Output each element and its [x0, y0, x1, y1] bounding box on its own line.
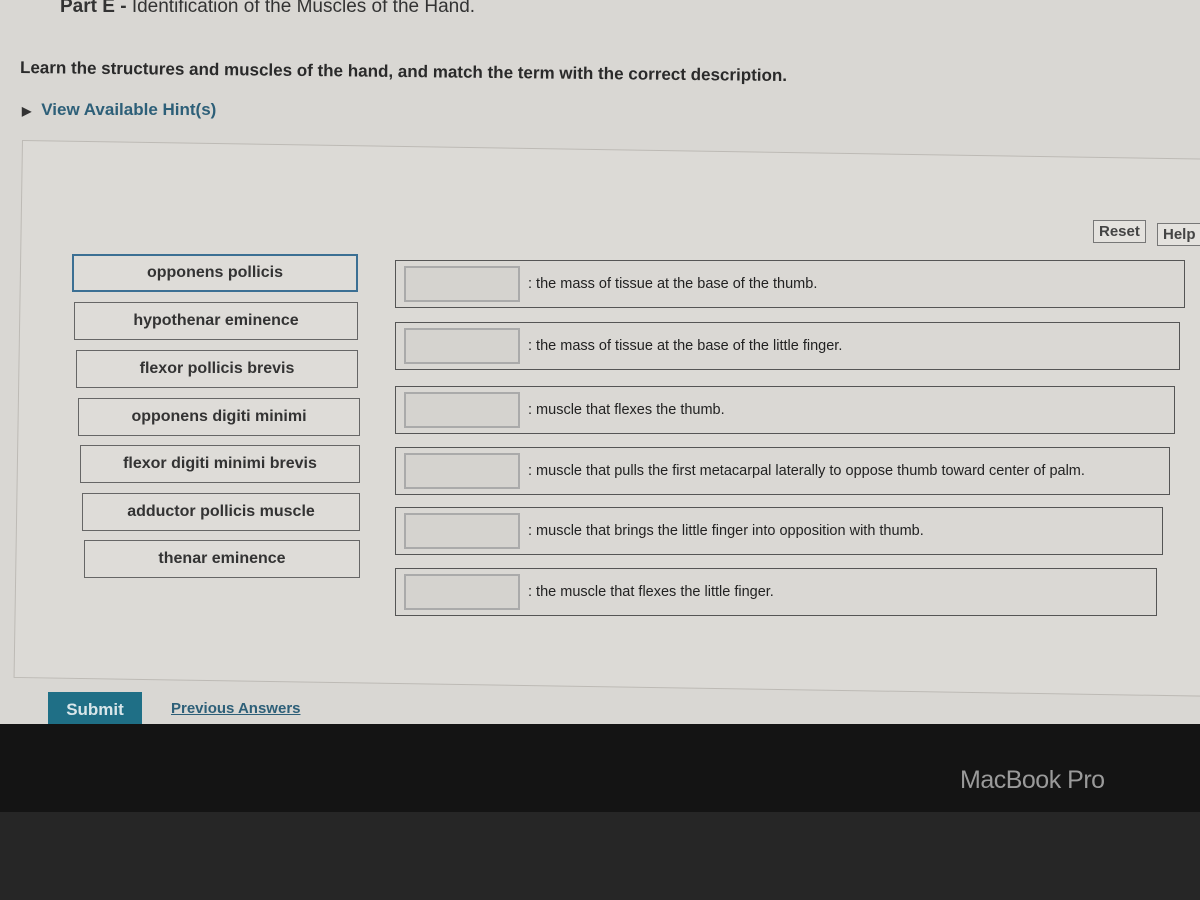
part-title: Part E - Identification of the Muscles o…: [60, 0, 475, 18]
description: : muscle that flexes the thumb.: [528, 402, 725, 418]
drop-target[interactable]: [404, 266, 520, 302]
hint-label: View Available Hint(s): [41, 100, 217, 119]
description: : muscle that brings the little finger i…: [528, 523, 924, 539]
drop-target[interactable]: [404, 574, 520, 610]
description: : the mass of tissue at the base of the …: [528, 276, 818, 292]
expand-triangle-icon: ▶: [22, 104, 32, 118]
drop-target[interactable]: [404, 392, 520, 428]
term-flexor-digiti-minimi-brevis[interactable]: flexor digiti minimi brevis: [80, 445, 360, 483]
reset-button[interactable]: Reset: [1093, 220, 1146, 243]
match-row: : the mass of tissue at the base of the …: [395, 260, 1185, 308]
term-hypothenar-eminence[interactable]: hypothenar eminence: [74, 302, 358, 340]
instructions: Learn the structures and muscles of the …: [19, 58, 788, 86]
view-hints-link[interactable]: ▶ View Available Hint(s): [22, 100, 216, 120]
description: : muscle that pulls the first metacarpal…: [528, 463, 1085, 479]
description: : the mass of tissue at the base of the …: [528, 338, 843, 354]
macbook-brand: MacBook Pro: [960, 766, 1105, 794]
laptop-body: [0, 812, 1200, 900]
term-opponens-pollicis[interactable]: opponens pollicis: [72, 254, 358, 292]
match-row: : muscle that pulls the first metacarpal…: [395, 447, 1170, 495]
term-thenar-eminence[interactable]: thenar eminence: [84, 540, 360, 578]
description: : the muscle that flexes the little fing…: [528, 584, 774, 600]
drop-target[interactable]: [404, 328, 520, 364]
title-text: Identification of the Muscles of the Han…: [131, 0, 476, 17]
term-opponens-digiti-minimi[interactable]: opponens digiti minimi: [78, 398, 360, 436]
drop-target[interactable]: [404, 453, 520, 489]
drop-target[interactable]: [404, 513, 520, 549]
submit-button[interactable]: Submit: [48, 692, 142, 728]
match-row: : muscle that flexes the thumb.: [395, 386, 1175, 434]
previous-answers-link[interactable]: Previous Answers: [171, 700, 301, 717]
match-row: : the mass of tissue at the base of the …: [395, 322, 1180, 370]
part-label: Part E -: [60, 0, 127, 17]
help-button[interactable]: Help: [1157, 223, 1200, 246]
match-row: : muscle that brings the little finger i…: [395, 507, 1163, 555]
term-adductor-pollicis[interactable]: adductor pollicis muscle: [82, 493, 360, 531]
term-flexor-pollicis-brevis[interactable]: flexor pollicis brevis: [76, 350, 358, 388]
match-row: : the muscle that flexes the little fing…: [395, 568, 1157, 616]
